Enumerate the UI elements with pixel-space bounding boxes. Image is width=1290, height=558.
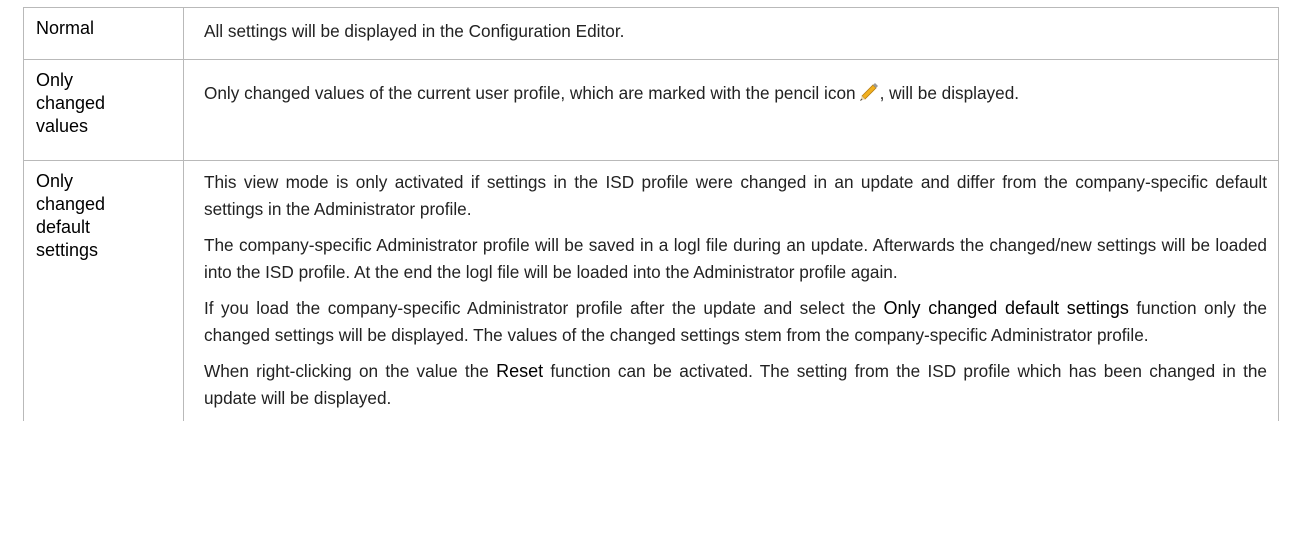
table-row-only-changed-values: Only changed values Only changed values … — [23, 59, 1279, 161]
mode-term-only-changed-values: Only changed values — [23, 59, 184, 161]
mode-term-normal: Normal — [23, 7, 184, 60]
term-line: Only — [36, 171, 74, 191]
function-keyword: Only changed default settings — [883, 298, 1129, 318]
function-keyword: Reset — [496, 361, 544, 381]
term-line: settings — [36, 240, 99, 260]
mode-description-only-changed-values: Only changed values of the current user … — [183, 59, 1279, 161]
term-line: Only — [36, 70, 74, 90]
description-text: Only changed values of the current user … — [204, 83, 856, 103]
view-mode-table: Normal All settings will be displayed in… — [23, 7, 1279, 421]
pencil-icon — [858, 81, 880, 111]
description-text: When right-clicking on the value the — [204, 361, 497, 381]
description-text: If you load the company-specific Adminis… — [204, 298, 884, 318]
mode-description-only-changed-default-settings: This view mode is only activated if sett… — [183, 160, 1279, 421]
term-line: changed — [36, 194, 106, 214]
table-row-only-changed-default-settings: Only changed default settings This view … — [23, 160, 1279, 421]
term-line: values — [36, 116, 89, 136]
description-text: , will be displayed. — [879, 83, 1020, 103]
description-paragraph: This view mode is only activated if sett… — [204, 172, 1267, 219]
mode-description-normal: All settings will be displayed in the Co… — [183, 7, 1279, 60]
table-row-normal: Normal All settings will be displayed in… — [23, 7, 1279, 60]
description-text: All settings will be displayed in the Co… — [204, 21, 625, 41]
term-line: default — [36, 217, 91, 237]
description-paragraph: The company-specific Administrator profi… — [204, 235, 1267, 282]
description-paragraph: If you load the company-specific Adminis… — [204, 295, 1267, 349]
term-line: changed — [36, 93, 106, 113]
mode-term-only-changed-default-settings: Only changed default settings — [23, 160, 184, 421]
description-paragraph: When right-clicking on the value the Res… — [204, 358, 1267, 412]
